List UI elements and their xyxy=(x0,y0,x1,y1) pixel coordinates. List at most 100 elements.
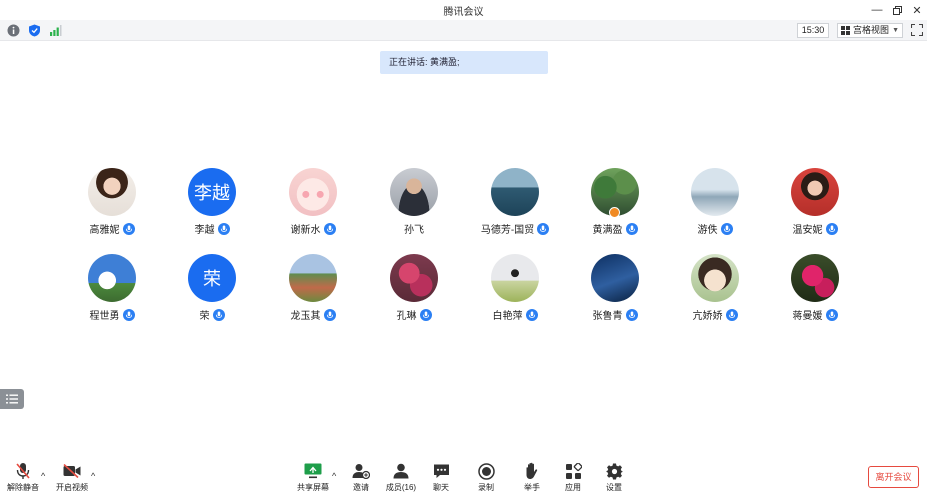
info-icon[interactable] xyxy=(7,24,20,37)
participant-list-toggle[interactable] xyxy=(0,389,24,409)
members-icon xyxy=(392,462,410,480)
avatar: 荣 xyxy=(188,254,236,302)
mic-icon xyxy=(217,222,230,235)
mic-icon xyxy=(525,308,538,321)
minimize-icon: — xyxy=(871,4,883,16)
participant-name: 孙飞 xyxy=(404,225,424,236)
share-options-caret[interactable]: ^ xyxy=(332,471,336,481)
audio-options-caret[interactable]: ^ xyxy=(41,471,45,481)
participant-tile[interactable]: 孙飞 xyxy=(364,168,464,238)
participant-name: 谢新水 xyxy=(290,225,321,236)
participant-tile[interactable]: 温安妮 xyxy=(765,168,865,238)
close-button[interactable]: ✕ xyxy=(909,2,925,18)
participant-name: 龙玉其 xyxy=(290,311,321,322)
participant-name: 亢娇娇 xyxy=(692,311,723,322)
participant-name: 张鲁青 xyxy=(592,311,623,322)
apps-icon xyxy=(564,462,582,480)
participant-name-row: 程世勇 xyxy=(62,307,162,322)
participant-tile[interactable]: 孔琳 xyxy=(364,254,464,324)
mic-icon xyxy=(122,222,135,235)
settings-button[interactable]: 设置 xyxy=(594,462,634,492)
avatar xyxy=(289,168,337,216)
share-screen-icon xyxy=(304,462,322,480)
avatar xyxy=(88,168,136,216)
window-title: 腾讯会议 xyxy=(443,7,484,18)
mic-icon xyxy=(323,308,336,321)
view-mode-label: 宫格视图 xyxy=(853,25,890,35)
participant-name-row: 白艳萍 xyxy=(465,307,565,322)
participant-tile[interactable]: 蒋曼媛 xyxy=(765,254,865,324)
record-button[interactable]: 录制 xyxy=(466,462,506,492)
minimize-button[interactable]: — xyxy=(869,2,885,18)
muted-mic-icon xyxy=(14,462,32,480)
participant-name-row: 亢娇娇 xyxy=(665,307,765,322)
mic-icon xyxy=(212,308,225,321)
mic-icon xyxy=(625,222,638,235)
mic-icon xyxy=(625,308,638,321)
participant-tile[interactable]: 黄满盈 xyxy=(565,168,665,238)
invite-icon xyxy=(352,462,370,480)
participant-tile[interactable]: 高雅妮 xyxy=(62,168,162,238)
speaking-banner: 正在讲话: 黄满盈; xyxy=(380,51,548,74)
video-options-caret[interactable]: ^ xyxy=(91,471,95,481)
start-video-button[interactable]: 开启视频 xyxy=(52,462,92,492)
avatar xyxy=(390,168,438,216)
participant-name-row: 张鲁青 xyxy=(565,307,665,322)
participant-tile[interactable]: 游佚 xyxy=(665,168,765,238)
participant-name: 游佚 xyxy=(697,225,718,236)
signal-icon[interactable] xyxy=(49,24,62,37)
title-bar: 腾讯会议 — ✕ xyxy=(0,0,927,20)
participant-name-row: 温安妮 xyxy=(765,221,865,236)
fullscreen-icon[interactable] xyxy=(911,24,923,36)
mic-icon xyxy=(537,222,550,235)
participant-tile[interactable]: 龙玉其 xyxy=(263,254,363,324)
avatar: 李越 xyxy=(188,168,236,216)
participant-name-row: 龙玉其 xyxy=(263,307,363,322)
participant-tile[interactable]: 谢新水 xyxy=(263,168,363,238)
mic-icon xyxy=(825,222,838,235)
mic-icon xyxy=(419,308,432,321)
participant-name-row: 李越 xyxy=(162,221,262,236)
participant-tile[interactable]: 马德芳-国贸 xyxy=(465,168,565,238)
participant-name: 马德芳-国贸 xyxy=(480,225,535,236)
participant-tile[interactable]: 李越 李越 xyxy=(162,168,262,238)
participant-name-row: 孔琳 xyxy=(364,307,464,322)
participant-tile[interactable]: 亢娇娇 xyxy=(665,254,765,324)
avatar xyxy=(289,254,337,302)
avatar xyxy=(491,168,539,216)
grid-icon xyxy=(841,26,850,35)
participant-tile[interactable]: 程世勇 xyxy=(62,254,162,324)
chat-icon xyxy=(432,462,450,480)
chevron-down-icon: ▼ xyxy=(892,27,899,34)
mic-icon xyxy=(825,308,838,321)
participant-name: 高雅妮 xyxy=(89,225,120,236)
restore-button[interactable] xyxy=(889,2,905,18)
video-off-icon xyxy=(63,462,81,480)
participant-tile[interactable]: 张鲁青 xyxy=(565,254,665,324)
avatar xyxy=(691,254,739,302)
hand-icon xyxy=(523,462,541,480)
participant-tile[interactable]: 荣荣 xyxy=(162,254,262,324)
avatar xyxy=(691,168,739,216)
participant-name: 白艳萍 xyxy=(492,311,523,322)
participant-name: 温安妮 xyxy=(792,225,823,236)
avatar xyxy=(491,254,539,302)
share-screen-button[interactable]: 共享屏幕 xyxy=(293,462,333,492)
chat-button[interactable]: 聊天 xyxy=(421,462,461,492)
avatar xyxy=(88,254,136,302)
view-mode-dropdown[interactable]: 宫格视图 ▼ xyxy=(837,23,903,38)
participant-name-row: 黄满盈 xyxy=(565,221,665,236)
status-bar: 15:30 宫格视图 ▼ xyxy=(0,20,927,41)
shield-icon[interactable] xyxy=(28,24,41,37)
participant-name: 李越 xyxy=(194,225,215,236)
unmute-button[interactable]: 解除静音 xyxy=(3,462,43,492)
participant-name-row: 荣 xyxy=(162,307,262,322)
participant-name-row: 游佚 xyxy=(665,221,765,236)
leave-meeting-button[interactable]: 离开会议 xyxy=(868,466,919,488)
participant-name-row: 蒋曼媛 xyxy=(765,307,865,322)
participant-name: 荣 xyxy=(199,311,210,322)
list-icon xyxy=(6,394,18,404)
participant-tile[interactable]: 白艳萍 xyxy=(465,254,565,324)
mic-icon xyxy=(725,308,738,321)
participant-name: 孔琳 xyxy=(396,311,417,322)
